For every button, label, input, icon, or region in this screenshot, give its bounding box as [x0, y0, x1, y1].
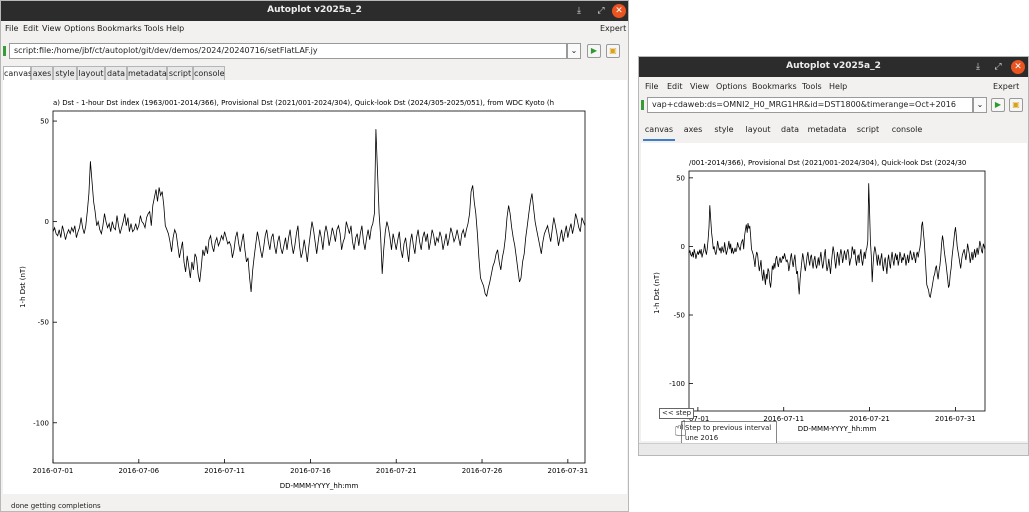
go-button[interactable]: ▶ [587, 44, 601, 58]
tab-metadata[interactable]: metadata [807, 121, 847, 139]
menu-bar: File Edit View Options Bookmarks Tools H… [1, 21, 628, 37]
tab-data[interactable]: data [779, 121, 801, 139]
open-folder-button[interactable]: ▣ [606, 44, 620, 58]
address-dropdown[interactable]: ⌄ [973, 97, 987, 113]
autoplot-window-right: Autoplot v2025a_2 ⤓ ⤢ ✕ File Edit View O… [638, 56, 1029, 456]
tooltip-line-1: Step to previous interval [685, 424, 772, 432]
minimize-icon[interactable]: ⤓ [572, 4, 586, 18]
menu-edit[interactable]: Edit [23, 24, 39, 33]
tab-bar: canvas axes style layout data metadata s… [641, 121, 1027, 141]
dst-plot-right[interactable]: /001-2014/366), Provisional Dst (2021/00… [641, 143, 1027, 441]
autoplot-window-left: Autoplot v2025a_2 ⤓ ⤢ ✕ File Edit View O… [0, 0, 629, 512]
plot-title: /001-2014/366), Provisional Dst (2021/00… [689, 159, 966, 167]
x-tick-label: 2016-07-31 [547, 467, 588, 475]
y-tick-label: -100 [669, 380, 685, 388]
x-tick-label: 2016-07-26 [462, 467, 503, 475]
plot-frame [52, 110, 586, 464]
close-icon[interactable]: ✕ [1011, 60, 1025, 74]
expert-menu[interactable]: Expert [600, 24, 626, 33]
menu-tools[interactable]: Tools [144, 24, 164, 33]
y-tick-label: -50 [38, 319, 49, 327]
mouse-cursor-icon: ☝ [674, 417, 688, 442]
tab-canvas[interactable]: canvas [3, 66, 32, 80]
tab-style[interactable]: style [711, 121, 737, 139]
minimize-icon[interactable]: ⤓ [971, 60, 985, 74]
x-tick-label: 2016-07-31 [935, 415, 976, 423]
x-tick-label: 2016-07-21 [849, 415, 890, 423]
tab-script[interactable]: script [853, 121, 883, 139]
y-tick-label: 0 [45, 218, 49, 226]
menu-view[interactable]: View [42, 24, 61, 33]
dst-series-line [52, 129, 586, 298]
tab-axes[interactable]: axes [31, 66, 53, 80]
address-field[interactable]: script:file:/home/jbf/ct/autoplot/git/de… [9, 43, 567, 59]
tab-style[interactable]: style [53, 66, 77, 80]
plot-canvas[interactable]: a) Dst - 1-hour Dst index (1963/001-2014… [3, 80, 627, 494]
menu-file[interactable]: File [5, 24, 18, 33]
window-title: Autoplot v2025a_2 [267, 5, 362, 15]
x-tick-label: 2016-07-21 [376, 467, 417, 475]
y-axis-label: 1-h Dst (nT) [19, 266, 27, 308]
step-tooltip: Step to previous interval une 2016 [681, 421, 777, 445]
maximize-icon[interactable]: ⤢ [594, 4, 608, 18]
address-dropdown[interactable]: ⌄ [567, 43, 581, 59]
tab-script[interactable]: script [167, 66, 193, 80]
y-tick-label: 50 [40, 118, 49, 126]
status-bar: done getting completions [11, 502, 101, 510]
menu-help[interactable]: Help [829, 82, 847, 91]
tab-console[interactable]: console [193, 66, 225, 80]
status-indicator-icon [641, 100, 644, 110]
window-title: Autoplot v2025a_2 [786, 61, 881, 71]
tab-axes[interactable]: axes [681, 121, 705, 139]
close-icon[interactable]: ✕ [612, 4, 626, 18]
tab-metadata[interactable]: metadata [127, 66, 167, 80]
tab-bar: canvas axes style layout data metadata s… [3, 66, 628, 80]
maximize-icon[interactable]: ⤢ [991, 60, 1005, 74]
status-indicator-icon [3, 46, 6, 56]
tab-layout[interactable]: layout [77, 66, 105, 80]
menu-file[interactable]: File [645, 82, 658, 91]
tab-canvas[interactable]: canvas [643, 121, 675, 141]
x-tick-label: 2016-07-11 [204, 467, 245, 475]
plot-frame [688, 170, 986, 412]
menu-options[interactable]: Options [64, 24, 95, 33]
tab-console[interactable]: console [889, 121, 925, 139]
y-axis-label: 1-h Dst (nT) [653, 272, 661, 314]
plot-title: a) Dst - 1-hour Dst index (1963/001-2014… [53, 99, 554, 107]
x-tick-label: 2016-07-16 [290, 467, 331, 475]
x-tick-label: 2016-07-01 [33, 467, 74, 475]
y-tick-label: 0 [681, 243, 685, 251]
status-bar [639, 443, 1028, 455]
tab-layout[interactable]: layout [743, 121, 773, 139]
title-bar[interactable]: Autoplot v2025a_2 ⤓ ⤢ ✕ [1, 1, 628, 21]
y-tick-label: -50 [674, 312, 685, 320]
dst-series-line [688, 183, 986, 299]
expert-menu[interactable]: Expert [993, 82, 1019, 91]
go-button[interactable]: ▶ [991, 98, 1005, 112]
menu-bookmarks[interactable]: Bookmarks [97, 24, 142, 33]
menu-bar: File Edit View Options Bookmarks Tools H… [639, 79, 1028, 95]
menu-edit[interactable]: Edit [667, 82, 683, 91]
menu-help[interactable]: Help [166, 24, 184, 33]
menu-tools[interactable]: Tools [802, 82, 822, 91]
x-tick-label: 2016-07-06 [118, 467, 159, 475]
x-axis-label: DD-MMM-YYYY_hh:mm [798, 425, 877, 433]
menu-bookmarks[interactable]: Bookmarks [752, 82, 797, 91]
address-field[interactable]: vap+cdaweb:ds=OMNI2_H0_MRG1HR&id=DST1800… [647, 97, 973, 113]
menu-options[interactable]: Options [716, 82, 747, 91]
tab-data[interactable]: data [105, 66, 127, 80]
menu-view[interactable]: View [690, 82, 709, 91]
open-folder-button[interactable]: ▣ [1009, 98, 1023, 112]
y-tick-label: 50 [676, 174, 685, 182]
plot-canvas[interactable]: /001-2014/366), Provisional Dst (2021/00… [641, 143, 1027, 441]
title-bar[interactable]: Autoplot v2025a_2 ⤓ ⤢ ✕ [639, 57, 1028, 77]
tooltip-line-2: une 2016 [685, 434, 719, 442]
y-tick-label: -100 [33, 419, 49, 427]
x-axis-label: DD-MMM-YYYY_hh:mm [280, 482, 359, 490]
dst-plot-left[interactable]: a) Dst - 1-hour Dst index (1963/001-2014… [3, 80, 627, 494]
